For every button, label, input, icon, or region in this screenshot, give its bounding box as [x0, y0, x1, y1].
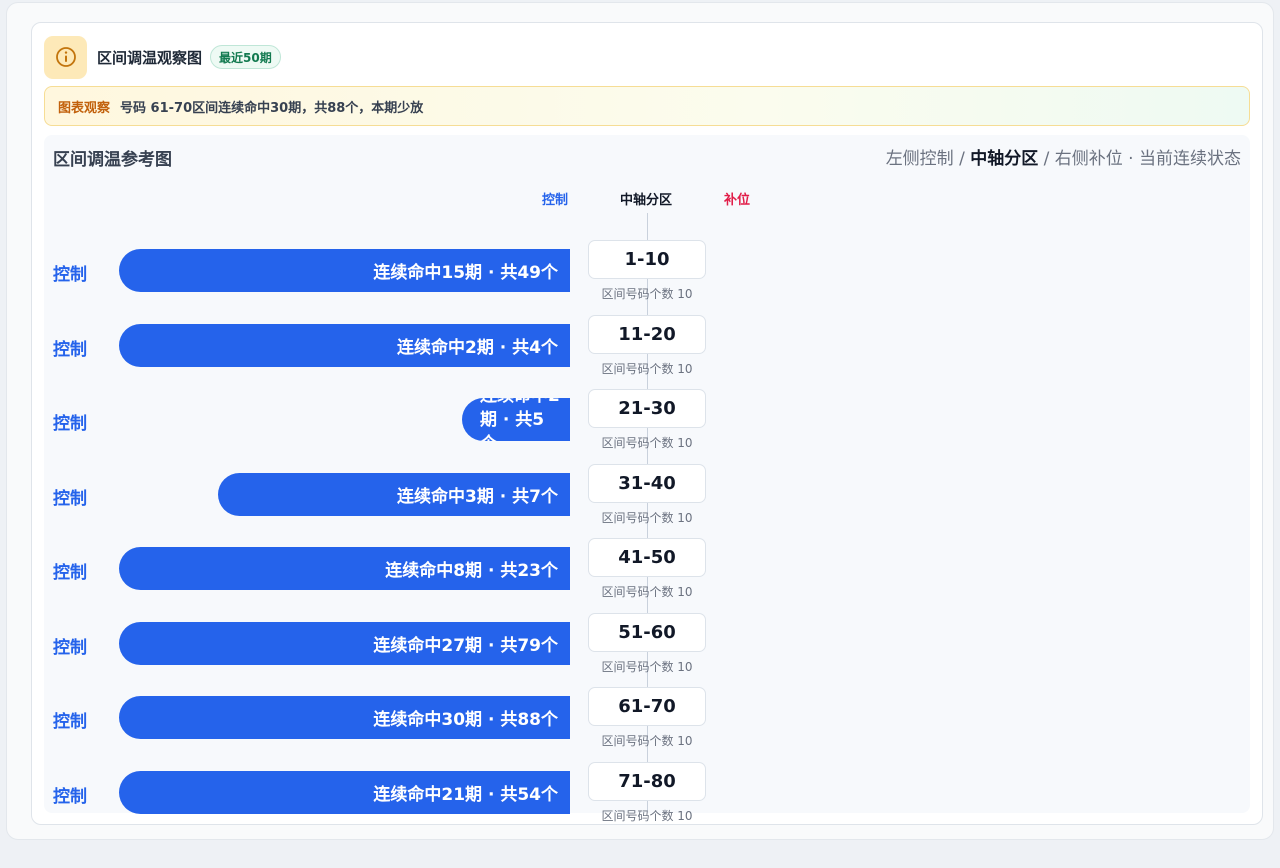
control-bar-text: 连续命中30期 · 共88个 [373, 710, 558, 730]
observation-notice: 图表观察 号码 61-70区间连续命中30期，共88个，本期少放 [44, 86, 1250, 126]
control-bar-text: 连续命中21期 · 共54个 [373, 784, 558, 805]
range-row: 控制 连续命中8期 · 共23个 41-50 区间号码个数 10 [44, 533, 1250, 608]
control-bar: 连续命中21期 · 共54个 [119, 770, 570, 814]
control-bar: 连续命中15期 · 共49个 [119, 249, 570, 292]
notice-text: 号码 61-70区间连续命中30期，共88个，本期少放 [120, 100, 424, 116]
range-count-label: 区间号码个数 10 [601, 361, 693, 376]
row-label-control: 控制 [53, 488, 87, 509]
control-bar: 连续命中27期 · 共79个 [119, 621, 570, 665]
notice-tag: 图表观察 [58, 100, 111, 116]
range-chip: 11-20 [588, 314, 706, 354]
info-icon [44, 35, 87, 79]
page-title: 区间调温观察图 [97, 48, 203, 67]
control-bar-text: 连续命中2期 · 共5个 [480, 398, 560, 441]
legend-right: 右侧补位 [1054, 149, 1123, 169]
control-bar: 连续命中3期 · 共7个 [218, 472, 570, 516]
range-row: 控制 连续命中2期 · 共5个 21-30 区间号码个数 10 [44, 384, 1250, 459]
chart-card: 区间调温观察图 最近50期 图表观察 号码 61-70区间连续命中30期，共88… [31, 22, 1263, 825]
reference-panel: 区间调温参考图 左侧控制 / 中轴分区 / 右侧补位 · 当前连续状态 控制 中… [44, 135, 1250, 823]
period-badge: 最近50期 [210, 45, 281, 69]
range-chip: 21-30 [588, 389, 706, 428]
control-bar-text: 连续命中27期 · 共79个 [373, 635, 558, 656]
panel-legend: 左侧控制 / 中轴分区 / 右侧补位 · 当前连续状态 [886, 144, 1241, 169]
row-label-control: 控制 [53, 786, 87, 807]
range-row: 控制 连续命中27期 · 共79个 51-60 区间号码个数 10 [44, 608, 1250, 683]
range-count-label: 区间号码个数 10 [601, 808, 693, 823]
range-chip: 1-10 [588, 240, 706, 279]
range-chip: 71-80 [588, 761, 706, 801]
range-chip: 61-70 [588, 687, 706, 726]
control-bar-text: 连续命中15期 · 共49个 [373, 263, 558, 283]
legend-status: 当前连续状态 [1139, 149, 1241, 169]
control-bar: 连续命中30期 · 共88个 [119, 696, 570, 739]
control-bar: 连续命中2期 · 共5个 [462, 398, 570, 441]
range-count-label: 区间号码个数 10 [601, 510, 693, 525]
range-row: 控制 连续命中2期 · 共4个 11-20 区间号码个数 10 [44, 310, 1250, 385]
control-bar: 连续命中8期 · 共23个 [119, 547, 570, 590]
range-row: 控制 连续命中21期 · 共54个 71-80 区间号码个数 10 [44, 757, 1250, 832]
range-chip: 51-60 [588, 612, 706, 652]
row-label-control: 控制 [53, 563, 87, 583]
legend-dot: · [1122, 149, 1139, 169]
range-count-label: 区间号码个数 10 [601, 585, 693, 599]
range-count-label: 区间号码个数 10 [601, 734, 693, 748]
panel-title: 区间调温参考图 [53, 150, 172, 170]
range-count-label: 区间号码个数 10 [601, 659, 693, 674]
legend-left: 左侧控制 [885, 149, 954, 169]
legend-separator: / [1038, 149, 1055, 169]
legend-center: 中轴分区 [970, 149, 1039, 169]
app-frame: 区间调温观察图 最近50期 图表观察 号码 61-70区间连续命中30期，共88… [6, 2, 1274, 840]
range-row: 控制 连续命中15期 · 共49个 1-10 区间号码个数 10 [44, 235, 1250, 310]
row-label-control: 控制 [53, 339, 87, 360]
range-row: 控制 连续命中30期 · 共88个 61-70 区间号码个数 10 [44, 682, 1250, 757]
card-header: 区间调温观察图 最近50期 [44, 35, 281, 79]
range-row: 控制 连续命中3期 · 共7个 31-40 区间号码个数 10 [44, 459, 1250, 534]
row-label-control: 控制 [53, 414, 87, 434]
legend-separator: / [953, 149, 971, 169]
control-bar-text: 连续命中8期 · 共23个 [385, 561, 558, 581]
control-bar: 连续命中2期 · 共4个 [119, 323, 570, 367]
range-count-label: 区间号码个数 10 [601, 287, 693, 301]
row-label-control: 控制 [53, 265, 87, 285]
row-label-control: 控制 [53, 712, 87, 732]
column-head-axis: 中轴分区 [620, 193, 673, 208]
column-head-fill: 补位 [724, 193, 751, 208]
range-chip: 41-50 [588, 538, 706, 577]
row-label-control: 控制 [53, 637, 87, 658]
control-bar-text: 连续命中2期 · 共4个 [397, 337, 558, 358]
column-head-control: 控制 [542, 193, 569, 208]
range-chip: 31-40 [588, 463, 706, 503]
range-count-label: 区间号码个数 10 [601, 436, 693, 450]
control-bar-text: 连续命中3期 · 共7个 [397, 486, 558, 507]
